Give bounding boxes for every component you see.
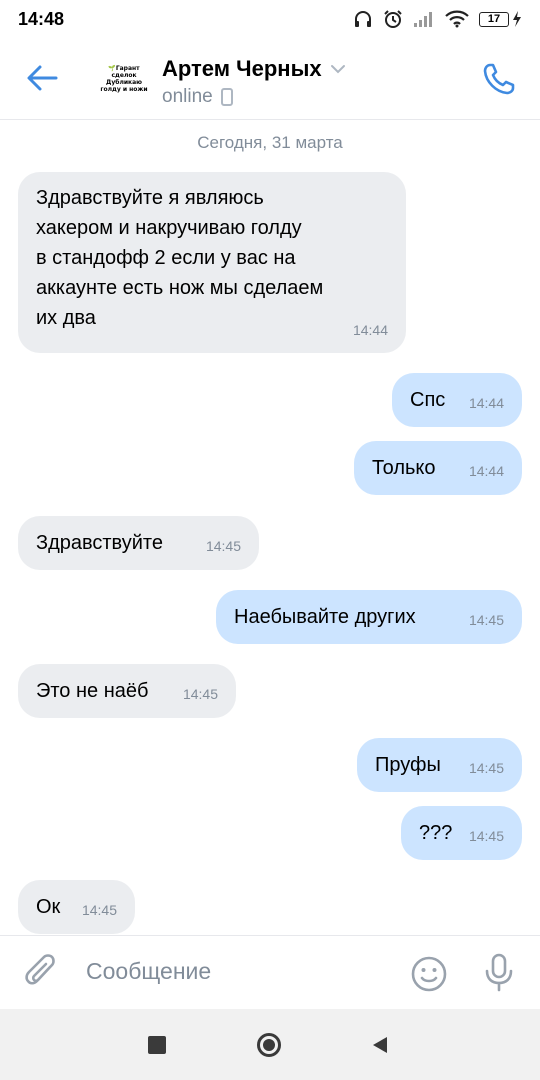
message-time: 14:44 bbox=[468, 463, 504, 479]
back-triangle-icon[interactable] bbox=[370, 1035, 390, 1055]
charging-icon bbox=[513, 11, 521, 27]
wifi-icon bbox=[445, 10, 469, 28]
smile-icon[interactable] bbox=[410, 955, 448, 993]
message-bubble-incoming[interactable]: Это не наёб 14:45 bbox=[18, 664, 236, 718]
chevron-down-icon bbox=[330, 65, 345, 74]
alarm-icon bbox=[384, 10, 402, 28]
message-time: 14:45 bbox=[205, 538, 241, 554]
message-bubble-outgoing[interactable]: ??? 14:45 bbox=[401, 806, 522, 860]
message-bubble-incoming[interactable]: Ок 14:45 bbox=[18, 880, 135, 934]
message-bubble-outgoing[interactable]: Спс 14:44 bbox=[392, 373, 522, 427]
message-text-line: Здравствуйте я являюсь bbox=[36, 187, 264, 209]
message-bubble-incoming[interactable]: Здравствуйте 14:45 bbox=[18, 516, 259, 570]
headphones-icon bbox=[355, 11, 371, 27]
avatar-text-1: 🌱Гарант bbox=[108, 65, 140, 72]
mobile-icon bbox=[220, 88, 233, 106]
message-time: 14:45 bbox=[468, 612, 504, 628]
avatar-text-2: сделок bbox=[111, 72, 137, 79]
message-text: Здравствуйте bbox=[36, 532, 163, 554]
battery-level: 17 bbox=[479, 11, 509, 27]
message-bubble-outgoing[interactable]: Только 14:44 bbox=[354, 441, 522, 495]
phone-icon[interactable] bbox=[480, 60, 518, 98]
message-time: 14:45 bbox=[81, 902, 117, 918]
system-navigation-bar bbox=[0, 1009, 540, 1080]
online-status: online bbox=[162, 86, 213, 107]
recent-apps-button[interactable] bbox=[148, 1036, 166, 1054]
message-text: Наебывайте других bbox=[234, 606, 416, 628]
message-text: Это не наёб bbox=[36, 680, 149, 702]
avatar-text-4: голду и ножи bbox=[100, 86, 148, 93]
contact-status: online bbox=[162, 86, 233, 108]
message-time: 14:44 bbox=[352, 322, 388, 338]
home-button[interactable] bbox=[256, 1032, 282, 1058]
signal-icon bbox=[414, 12, 432, 27]
message-time: 14:45 bbox=[468, 760, 504, 776]
microphone-icon[interactable] bbox=[484, 953, 514, 993]
message-bubble-outgoing[interactable]: Пруфы 14:45 bbox=[357, 738, 522, 792]
message-list[interactable]: Сегодня, 31 марта Здравствуйте я являюсь… bbox=[0, 120, 540, 935]
message-time: 14:45 bbox=[468, 828, 504, 844]
message-text-line: их два bbox=[36, 307, 96, 329]
date-separator: Сегодня, 31 марта bbox=[197, 133, 343, 152]
message-text-line: аккаунте есть нож мы сделаем bbox=[36, 277, 324, 299]
message-text: Только bbox=[372, 457, 436, 479]
arrow-left-icon[interactable] bbox=[24, 60, 60, 96]
message-text-line: в стандофф 2 если у вас на bbox=[36, 247, 296, 269]
chat-header: 🌱Гарант сделок Дубликаю голду и ножи Арт… bbox=[0, 38, 540, 120]
message-text: Ок bbox=[36, 896, 61, 918]
status-icons: 17 bbox=[353, 9, 522, 29]
message-input[interactable]: Сообщение bbox=[86, 958, 211, 985]
status-bar: 14:48 17 bbox=[0, 0, 540, 38]
battery-indicator: 17 bbox=[479, 11, 522, 27]
paperclip-icon[interactable] bbox=[24, 953, 60, 993]
message-text: ??? bbox=[419, 822, 453, 844]
message-text-line: хакером и накручиваю голду bbox=[36, 217, 302, 239]
message-time: 14:45 bbox=[182, 686, 218, 702]
message-bubble-incoming[interactable]: Здравствуйте я являюсь хакером и накручи… bbox=[18, 172, 406, 353]
message-text: Спс bbox=[410, 389, 446, 411]
avatar[interactable]: 🌱Гарант сделок Дубликаю голду и ножи bbox=[98, 53, 150, 105]
contact-name: Артем Черных bbox=[162, 56, 322, 81]
message-text: Пруфы bbox=[375, 754, 441, 776]
contact-name-button[interactable]: Артем Черных bbox=[162, 56, 346, 82]
avatar-text-3: Дубликаю bbox=[106, 79, 142, 86]
status-time: 14:48 bbox=[18, 8, 65, 29]
message-bubble-outgoing[interactable]: Наебывайте других 14:45 bbox=[216, 590, 522, 644]
message-composer: Сообщение bbox=[0, 935, 540, 1009]
message-time: 14:44 bbox=[468, 395, 504, 411]
